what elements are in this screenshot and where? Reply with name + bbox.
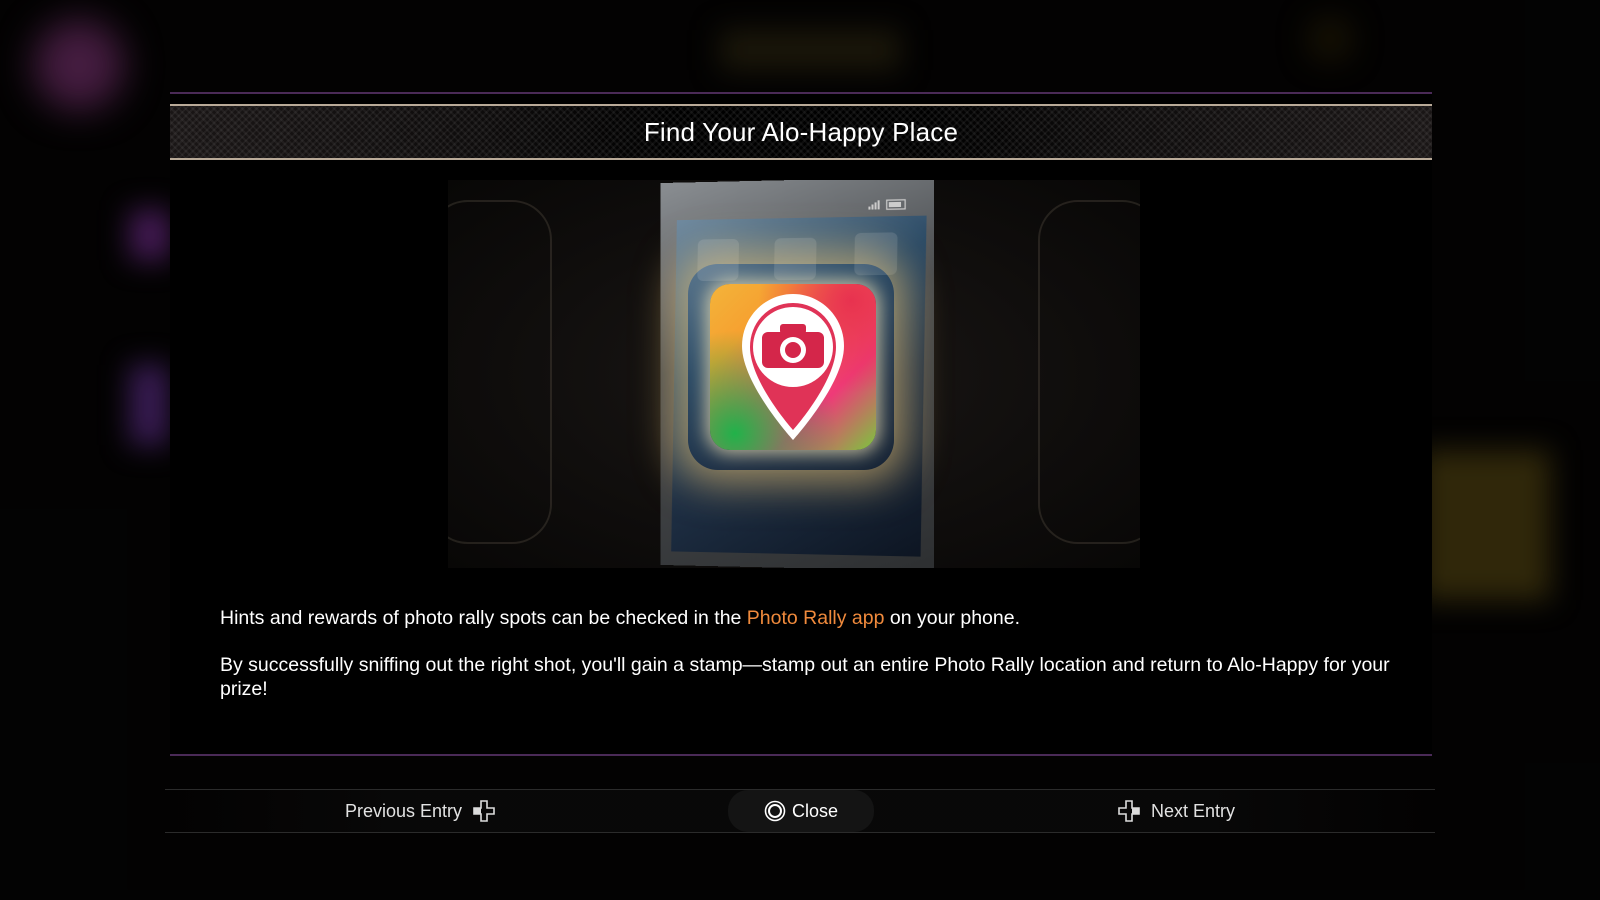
tutorial-dialog: Find Your Alo-Happy Place Hints and rewa… bbox=[170, 92, 1432, 756]
photo-rally-app-highlight: Photo Rally app bbox=[746, 607, 885, 629]
ornament-frame-left bbox=[448, 200, 552, 544]
phone-status-icons bbox=[868, 198, 909, 214]
dpad-left-icon bbox=[472, 799, 496, 823]
previous-entry-button[interactable]: Previous Entry bbox=[345, 790, 496, 832]
game-screen: Find Your Alo-Happy Place Hints and rewa… bbox=[0, 0, 1600, 900]
previous-entry-label: Previous Entry bbox=[345, 800, 463, 821]
ornament-frame-right bbox=[1038, 200, 1140, 544]
title-bar: Find Your Alo-Happy Place bbox=[170, 104, 1432, 160]
footer-controls: Previous Entry Close Next Entry bbox=[165, 789, 1435, 833]
body-text-segment: on your phone. bbox=[884, 607, 1020, 629]
dialog-title: Find Your Alo-Happy Place bbox=[643, 116, 959, 147]
body-paragraph-1: Hints and rewards of photo rally spots c… bbox=[220, 606, 1400, 630]
body-text-segment: Hints and rewards of photo rally spots c… bbox=[220, 607, 747, 629]
close-label: Close bbox=[792, 800, 839, 821]
dialog-body: Hints and rewards of photo rally spots c… bbox=[220, 606, 1400, 724]
body-paragraph-2: By successfully sniffing out the right s… bbox=[220, 654, 1390, 700]
close-button[interactable]: Close bbox=[728, 790, 875, 832]
photo-rally-app-icon bbox=[710, 284, 876, 450]
next-entry-button[interactable]: Next Entry bbox=[1117, 790, 1235, 832]
dpad-right-icon bbox=[1117, 799, 1141, 823]
map-pin-camera-icon bbox=[742, 294, 844, 440]
circle-button-icon bbox=[764, 800, 786, 822]
next-entry-label: Next Entry bbox=[1151, 800, 1236, 821]
tutorial-illustration bbox=[448, 180, 1140, 568]
